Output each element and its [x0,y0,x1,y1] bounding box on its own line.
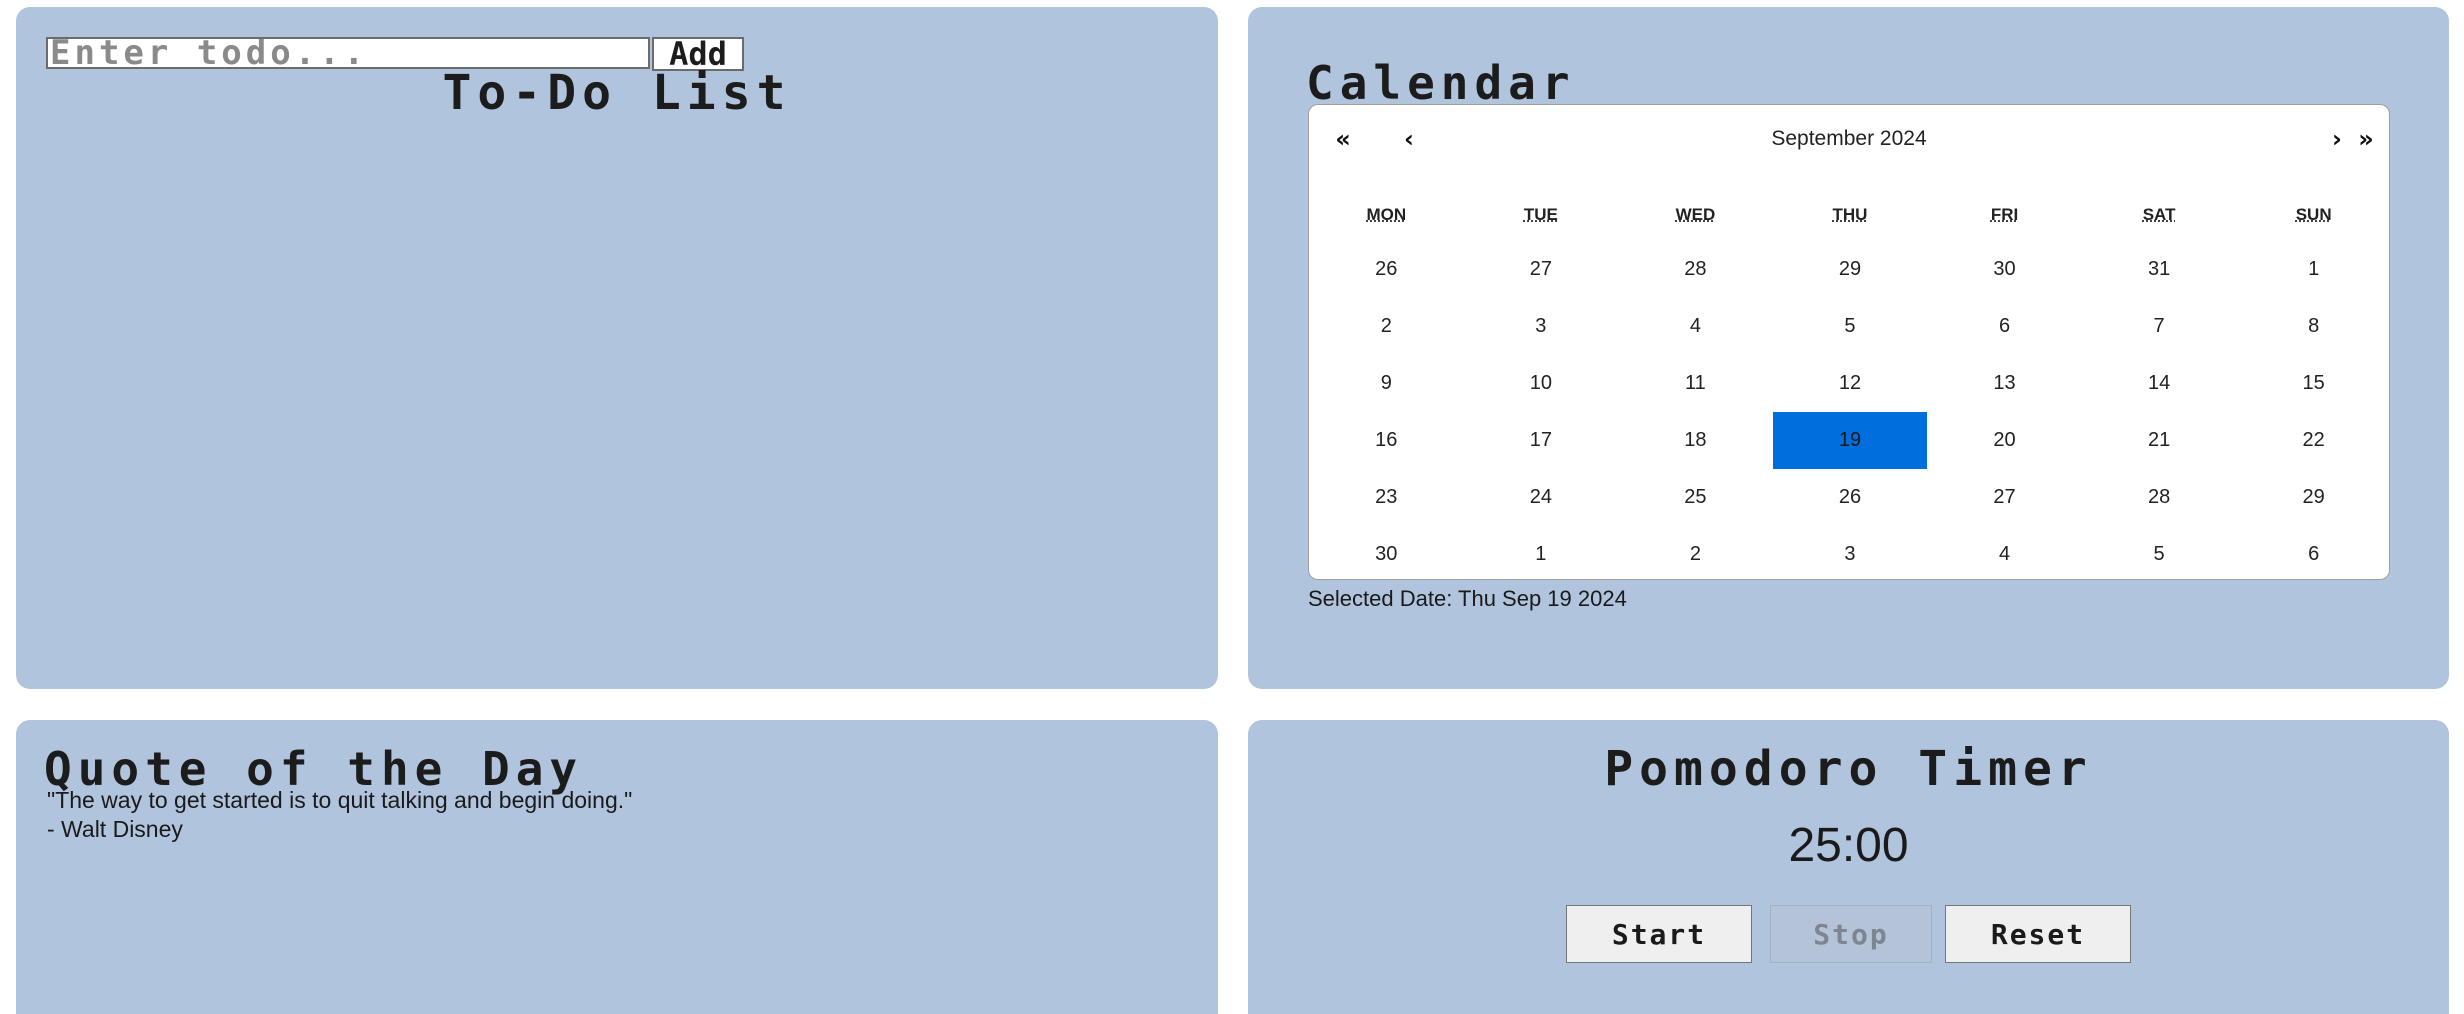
calendar-day[interactable]: 26 [1309,241,1464,298]
calendar-day[interactable]: 24 [1464,469,1619,526]
weekday-label: FRI [1927,203,2082,227]
calendar-day[interactable]: 6 [2236,526,2391,583]
calendar-day[interactable]: 10 [1464,355,1619,412]
calendar-day[interactable]: 15 [2236,355,2391,412]
calendar-day[interactable]: 29 [1773,241,1928,298]
weekday-abbr: FRI [1990,205,2019,224]
prev-month-button[interactable]: ‹ [1389,119,1429,159]
quote-text: "The way to get started is to quit talki… [47,787,633,813]
calendar-day[interactable]: 18 [1618,412,1773,469]
pomodoro-panel: Pomodoro Timer 25:00 Start Stop Reset [1248,720,2449,1014]
calendar-day[interactable]: 21 [2082,412,2237,469]
calendar-day[interactable]: 26 [1773,469,1928,526]
prev-year-button[interactable]: « [1323,119,1363,159]
todo-title: To-Do List [442,65,792,121]
calendar-day[interactable]: 27 [1927,469,2082,526]
calendar-day[interactable]: 12 [1773,355,1928,412]
calendar-day[interactable]: 29 [2236,469,2391,526]
calendar-day-selected[interactable]: 19 [1772,412,1928,469]
weekday-label: TUE [1464,203,1619,227]
calendar-day[interactable]: 28 [2082,469,2237,526]
quote-author: - Walt Disney [47,816,183,842]
calendar-month-label[interactable]: September 2024 [1509,123,2189,155]
start-button[interactable]: Start [1566,905,1752,963]
calendar-day[interactable]: 3 [1773,526,1928,583]
calendar-day[interactable]: 4 [1618,298,1773,355]
calendar-day[interactable]: 3 [1464,298,1619,355]
calendar-day[interactable]: 17 [1464,412,1619,469]
calendar-day[interactable]: 31 [2082,241,2237,298]
weekday-label: SUN [2236,203,2391,227]
calendar-day[interactable]: 25 [1618,469,1773,526]
next-year-button[interactable]: » [2346,119,2386,159]
calendar-day[interactable]: 28 [1618,241,1773,298]
calendar-weekday-header: MON TUE WED THU FRI SAT SUN [1309,203,2391,227]
calendar-day[interactable]: 30 [1927,241,2082,298]
calendar-day[interactable]: 23 [1309,469,1464,526]
calendar-day[interactable]: 5 [1773,298,1928,355]
calendar-widget: « ‹ September 2024 › » MON TUE WED THU FRI SA… [1308,104,2390,580]
calendar-day[interactable]: 22 [2236,412,2391,469]
selected-date-text: Selected Date: Thu Sep 19 2024 [1308,586,1627,611]
calendar-day[interactable]: 13 [1927,355,2082,412]
calendar-day[interactable]: 1 [1464,526,1619,583]
calendar-day[interactable]: 1 [2236,241,2391,298]
calendar-day[interactable]: 7 [2082,298,2237,355]
calendar-day[interactable]: 16 [1309,412,1464,469]
reset-button[interactable]: Reset [1945,905,2131,963]
weekday-abbr: SAT [2142,205,2176,224]
calendar-panel: Calendar « ‹ September 2024 › » MON TUE WE… [1248,7,2449,689]
todo-panel: Add To-Do List [16,7,1218,689]
weekday-label: THU [1773,203,1928,227]
calendar-day[interactable]: 8 [2236,298,2391,355]
calendar-day[interactable]: 6 [1927,298,2082,355]
weekday-label: WED [1618,203,1773,227]
calendar-day[interactable]: 2 [1618,526,1773,583]
pomodoro-title: Pomodoro Timer [1604,741,2093,797]
calendar-day[interactable]: 5 [2082,526,2237,583]
calendar-title: Calendar [1306,56,1576,110]
calendar-day[interactable]: 2 [1309,298,1464,355]
calendar-day[interactable]: 30 [1309,526,1464,583]
calendar-day[interactable]: 4 [1927,526,2082,583]
calendar-day[interactable]: 14 [2082,355,2237,412]
pomodoro-time-display: 25:00 [1788,819,1909,872]
calendar-day[interactable]: 27 [1464,241,1619,298]
weekday-label: SAT [2082,203,2237,227]
weekday-abbr: TUE [1523,205,1558,224]
calendar-day[interactable]: 9 [1309,355,1464,412]
calendar-day[interactable]: 20 [1927,412,2082,469]
weekday-abbr: THU [1832,205,1868,224]
calendar-day[interactable]: 11 [1618,355,1773,412]
weekday-abbr: MON [1366,205,1407,224]
quote-panel: Quote of the Day "The way to get started… [16,720,1218,1014]
calendar-day-grid: 26 27 28 29 30 31 1 2 3 4 5 6 7 8 9 10 11 12 13 14 15 16 17 18 1… [1309,241,2391,583]
weekday-abbr: SUN [2295,205,2332,224]
weekday-label: MON [1309,203,1464,227]
stop-button[interactable]: Stop [1770,905,1932,963]
weekday-abbr: WED [1675,205,1716,224]
